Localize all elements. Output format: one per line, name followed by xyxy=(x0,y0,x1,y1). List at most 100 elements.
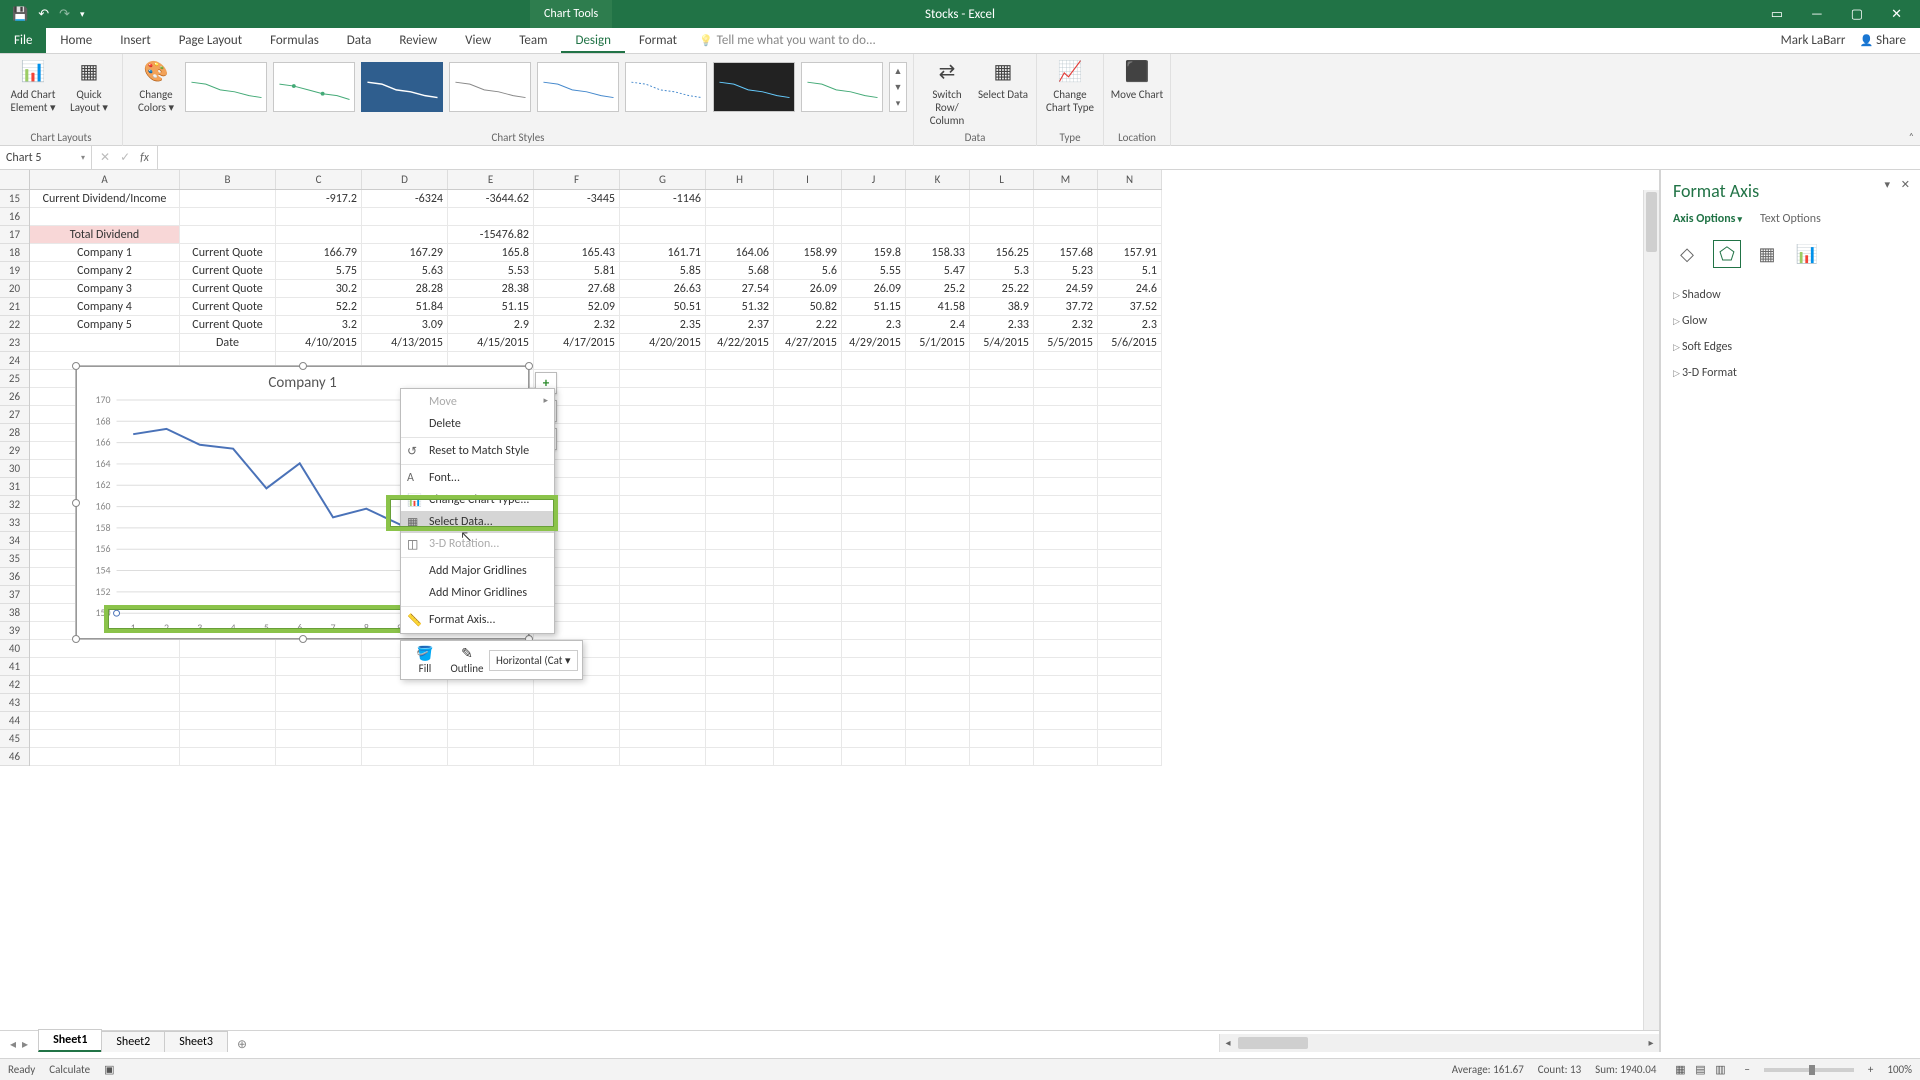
switch-row-column-button[interactable]: ⇄Switch Row/ Column xyxy=(920,58,974,128)
formula-input[interactable] xyxy=(158,151,1920,165)
chart-style-2[interactable] xyxy=(273,62,355,112)
undo-icon[interactable]: ↶ xyxy=(38,7,49,22)
axis-opts-icon[interactable]: 📊 xyxy=(1793,240,1821,268)
status-ready: Ready xyxy=(8,1063,35,1076)
minimize-icon[interactable]: — xyxy=(1811,7,1823,22)
chart-style-scroll[interactable]: ▲▼▾ xyxy=(889,62,907,112)
sheet-tab-2[interactable]: Sheet2 xyxy=(101,1031,165,1052)
resize-handle[interactable] xyxy=(72,362,80,370)
share-button[interactable]: Share xyxy=(1859,33,1906,48)
section-3d-format[interactable]: 3-D Format xyxy=(1673,360,1908,386)
select-data-button[interactable]: ▦Select Data xyxy=(976,58,1030,101)
group-type: Type xyxy=(1043,131,1097,144)
zoom-level[interactable]: 100% xyxy=(1887,1063,1912,1076)
menu-delete[interactable]: Delete xyxy=(401,413,554,435)
svg-text:2: 2 xyxy=(164,622,169,634)
menu-change-chart-type[interactable]: 📊Change Chart Type... xyxy=(401,489,554,511)
svg-text:7: 7 xyxy=(331,622,336,634)
panel-close-icon[interactable]: ✕ xyxy=(1901,178,1910,191)
pen-icon: ✎ xyxy=(461,645,473,662)
change-colors-button[interactable]: 🎨Change Colors ▾ xyxy=(129,58,183,114)
name-box[interactable]: Chart 5 xyxy=(0,146,92,169)
chart-style-7[interactable] xyxy=(713,62,795,112)
chart-style-6[interactable] xyxy=(625,62,707,112)
view-buttons[interactable]: ▦▤▥ xyxy=(1670,1063,1730,1076)
panel-menu-icon[interactable]: ▾ xyxy=(1884,178,1890,191)
text-options-tab[interactable]: Text Options xyxy=(1760,212,1821,226)
chart-style-1[interactable] xyxy=(185,62,267,112)
effects-icon[interactable]: ⬠ xyxy=(1713,240,1741,268)
sheet-tab-3[interactable]: Sheet3 xyxy=(164,1031,228,1052)
section-shadow[interactable]: Shadow xyxy=(1673,282,1908,308)
menu-select-data[interactable]: ▦Select Data... xyxy=(401,511,554,533)
zoom-slider[interactable] xyxy=(1764,1068,1854,1072)
section-glow[interactable]: Glow xyxy=(1673,308,1908,334)
section-soft-edges[interactable]: Soft Edges xyxy=(1673,334,1908,360)
add-sheet-button[interactable]: ⊕ xyxy=(227,1037,257,1052)
titlebar: 💾 ↶ ↷ ▾ Chart Tools Stocks - Excel ▭ — ▢… xyxy=(0,0,1920,28)
resize-handle[interactable] xyxy=(299,635,307,643)
menu-add-major-gridlines[interactable]: Add Major Gridlines xyxy=(401,560,554,582)
resize-handle[interactable] xyxy=(299,362,307,370)
chart-style-8[interactable] xyxy=(801,62,883,112)
move-chart-button[interactable]: ⬛Move Chart xyxy=(1110,58,1164,101)
axis-options-tab[interactable]: Axis Options xyxy=(1673,212,1742,226)
svg-text:154: 154 xyxy=(96,565,111,577)
column-headers[interactable]: ABCDEFGHIJKLMN xyxy=(30,170,1162,190)
tell-me-input[interactable]: Tell me what you want to do... xyxy=(699,28,876,53)
menu-font[interactable]: AFont... xyxy=(401,467,554,489)
axis-icon: 📏 xyxy=(407,613,422,628)
resize-handle[interactable] xyxy=(72,499,80,507)
collapse-ribbon-icon[interactable]: ˄ xyxy=(1909,130,1914,143)
add-chart-element-button[interactable]: 📊Add Chart Element ▾ xyxy=(6,58,60,114)
mini-outline-button[interactable]: ✎Outline xyxy=(447,645,487,675)
save-icon[interactable]: 💾 xyxy=(12,7,28,22)
select-all-corner[interactable] xyxy=(0,170,30,190)
menu-format-axis[interactable]: 📏Format Axis... xyxy=(401,609,554,631)
qat-more-icon[interactable]: ▾ xyxy=(80,9,85,20)
fx-icon[interactable]: fx xyxy=(140,151,149,165)
spreadsheet-grid[interactable]: ABCDEFGHIJKLMN 1516171819202122232425262… xyxy=(0,170,1659,1052)
enter-formula-icon[interactable]: ✓ xyxy=(120,150,130,165)
mini-fill-button[interactable]: 🪣Fill xyxy=(405,645,445,675)
tab-data[interactable]: Data xyxy=(333,28,386,53)
resize-handle[interactable] xyxy=(72,635,80,643)
close-icon[interactable]: ✕ xyxy=(1891,7,1902,22)
zoom-out-icon[interactable]: − xyxy=(1744,1063,1749,1076)
user-name[interactable]: Mark LaBarr xyxy=(1781,33,1846,48)
fill-line-icon[interactable]: ◇ xyxy=(1673,240,1701,268)
tab-file[interactable]: File xyxy=(0,28,46,53)
tab-view[interactable]: View xyxy=(451,28,505,53)
tab-home[interactable]: Home xyxy=(46,28,106,53)
tab-formulas[interactable]: Formulas xyxy=(256,28,333,53)
size-props-icon[interactable]: ▦ xyxy=(1753,240,1781,268)
chart-style-3[interactable] xyxy=(361,62,443,112)
ribbon-display-icon[interactable]: ▭ xyxy=(1771,7,1783,22)
tab-review[interactable]: Review xyxy=(385,28,451,53)
mini-axis-dropdown[interactable]: Horizontal (Cat ▾ xyxy=(489,650,578,671)
horizontal-scrollbar[interactable]: ◂▸ xyxy=(1219,1034,1659,1052)
resize-handle[interactable] xyxy=(525,362,533,370)
chart-style-5[interactable] xyxy=(537,62,619,112)
tab-format[interactable]: Format xyxy=(625,28,691,53)
vertical-scrollbar[interactable] xyxy=(1643,190,1659,1052)
change-chart-type-button[interactable]: 📈Change Chart Type xyxy=(1043,58,1097,114)
reset-icon: ↺ xyxy=(407,444,417,459)
row-headers[interactable]: 1516171819202122232425262728293031323334… xyxy=(0,190,30,766)
tab-design[interactable]: Design xyxy=(561,28,624,53)
sheet-nav[interactable]: ◂▸ xyxy=(0,1037,38,1052)
record-macro-icon[interactable]: ▣ xyxy=(104,1063,114,1076)
svg-text:166: 166 xyxy=(96,437,111,449)
redo-icon[interactable]: ↷ xyxy=(59,7,70,22)
sheet-tab-1[interactable]: Sheet1 xyxy=(38,1029,102,1052)
tab-insert[interactable]: Insert xyxy=(106,28,165,53)
menu-add-minor-gridlines[interactable]: Add Minor Gridlines xyxy=(401,582,554,604)
quick-layout-button[interactable]: ▦Quick Layout ▾ xyxy=(62,58,116,114)
menu-reset-style[interactable]: ↺Reset to Match Style xyxy=(401,440,554,462)
tab-team[interactable]: Team xyxy=(505,28,561,53)
zoom-in-icon[interactable]: + xyxy=(1868,1063,1873,1076)
maximize-icon[interactable]: ▢ xyxy=(1851,7,1863,22)
tab-page-layout[interactable]: Page Layout xyxy=(165,28,256,53)
cancel-formula-icon[interactable]: ✕ xyxy=(100,150,110,165)
chart-style-4[interactable] xyxy=(449,62,531,112)
